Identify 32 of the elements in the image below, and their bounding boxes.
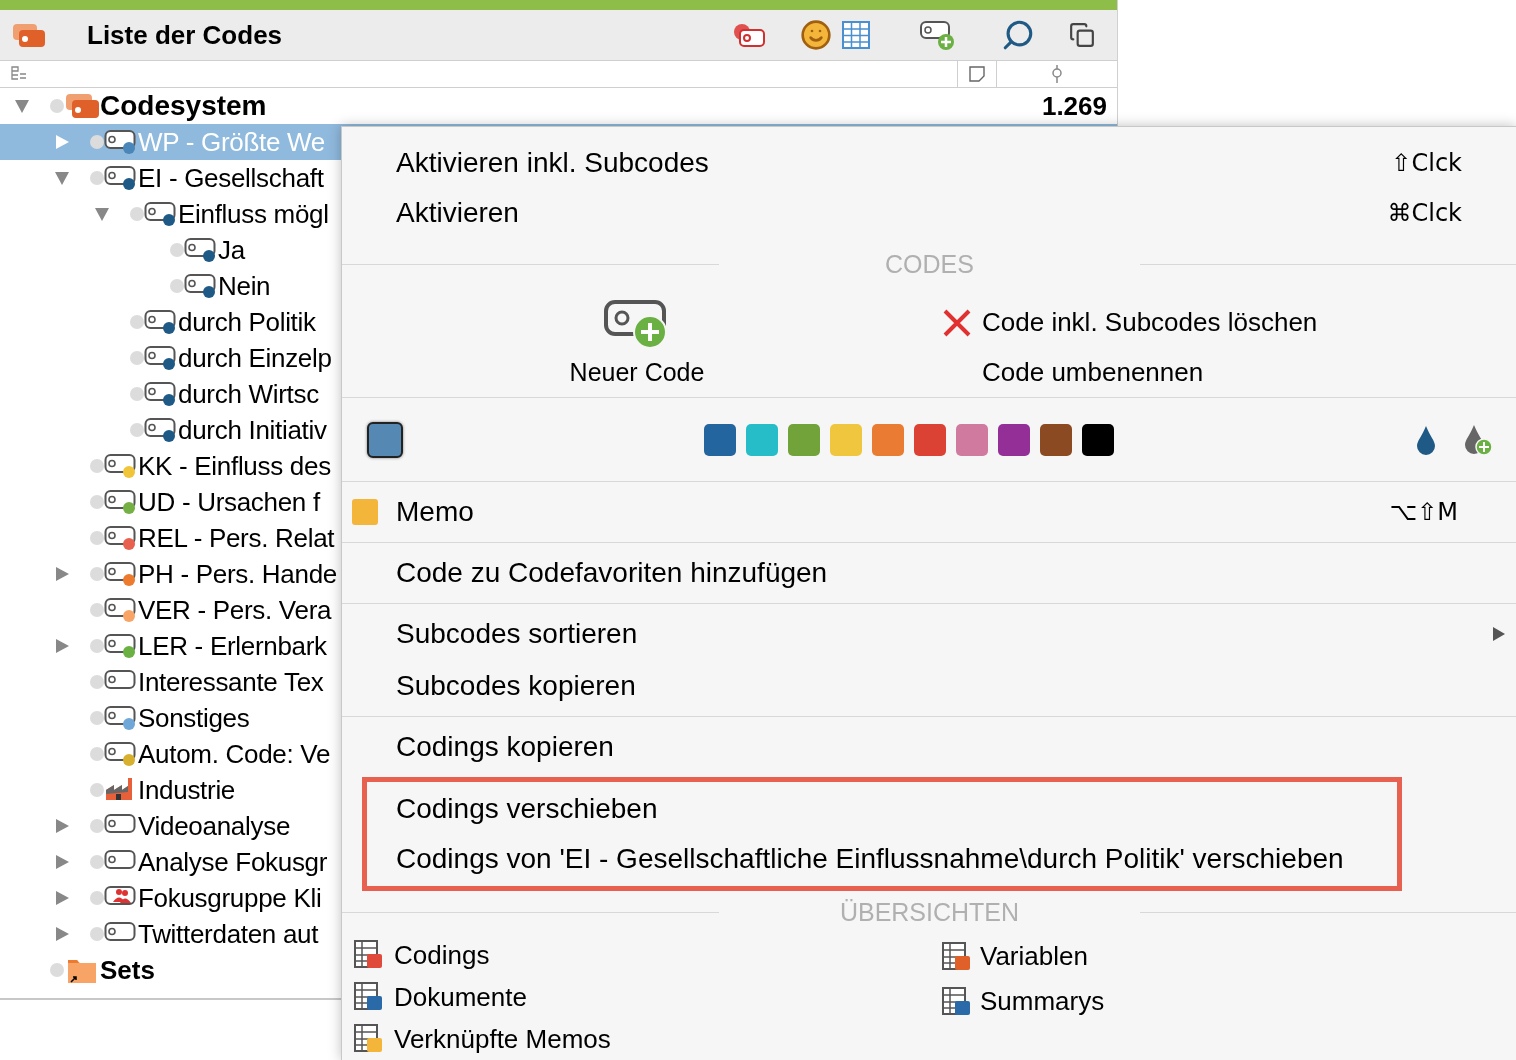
code-label: durch Politik [178, 309, 316, 335]
code-label: durch Wirtsc [178, 381, 319, 407]
code-label: Analyse Fokusgr [138, 849, 328, 875]
code-label: durch Einzelp [178, 345, 332, 371]
window-title: Liste der Codes [87, 18, 283, 52]
code-label: Videoanalyse [138, 813, 291, 839]
code-label: KK - Einfluss des [138, 453, 331, 479]
code-label: Autom. Code: Ve [138, 741, 331, 767]
section-header: ÜBERSICHTEN [838, 900, 1021, 926]
code-label: UD - Ursachen f [138, 489, 320, 515]
codesystem-label: Codesystem [100, 92, 267, 120]
shortcut-label: ⇧Clck [1391, 148, 1462, 179]
shortcut-label: ⌥⇧M [1389, 497, 1458, 529]
code-label: PH - Pers. Hande [138, 561, 337, 587]
code-label: durch Initiativ [178, 417, 327, 443]
code-label: LER - Erlernbark [138, 633, 327, 659]
code-label: Sonstiges [138, 705, 250, 731]
shortcut-label: ⌘Clck [1387, 198, 1462, 229]
code-count: 1.269 [1041, 89, 1107, 123]
code-label: EI - Gesellschaft [138, 165, 324, 191]
code-label: Fokusgruppe Kli [138, 885, 322, 911]
code-label: VER - Pers. Vera [138, 597, 332, 623]
code-label: WP - Größte We [138, 129, 325, 155]
code-label: Nein [218, 273, 271, 299]
code-label: REL - Pers. Relat [138, 525, 335, 551]
code-label: Einfluss mögl [178, 201, 329, 227]
code-label: Twitterdaten aut [138, 921, 319, 947]
code-label: Interessante Tex [138, 669, 324, 695]
code-label: Industrie [138, 777, 236, 803]
section-header: CODES [884, 251, 975, 277]
code-label: Ja [218, 237, 245, 263]
sets-label: Sets [100, 957, 155, 983]
